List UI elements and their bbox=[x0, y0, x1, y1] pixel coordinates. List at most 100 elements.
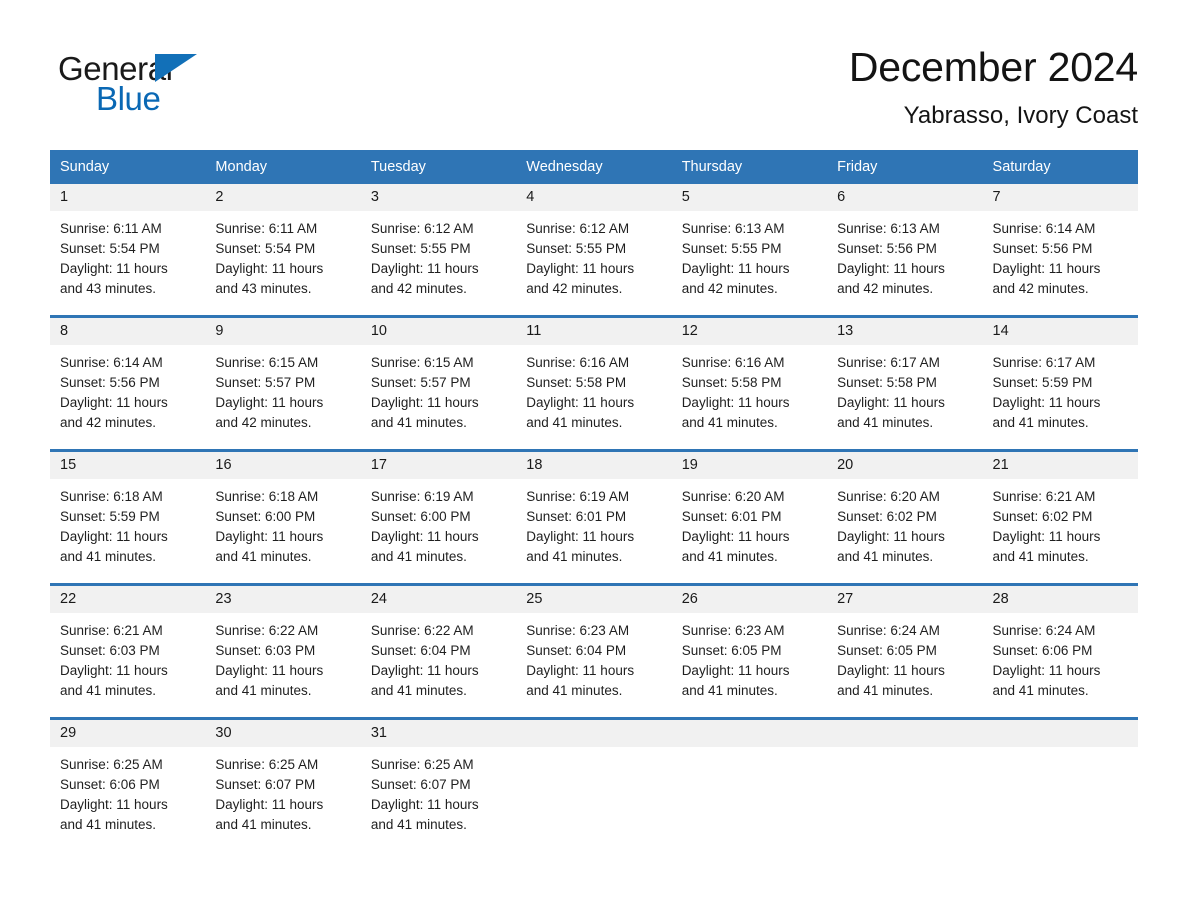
sunrise-text: Sunrise: 6:18 AM bbox=[215, 489, 319, 505]
day-number: 29 bbox=[50, 719, 206, 748]
day-cell[interactable]: 9 Sunrise: 6:15 AM Sunset: 5:57 PM Dayli… bbox=[205, 314, 361, 451]
sunset-text: Sunset: 6:05 PM bbox=[681, 643, 782, 659]
day-number: 24 bbox=[360, 585, 517, 614]
sunrise-text: Sunrise: 6:25 AM bbox=[60, 757, 163, 773]
day-cell[interactable]: 6 Sunrise: 6:13 AM Sunset: 5:56 PM Dayli… bbox=[827, 183, 983, 317]
day-number: 28 bbox=[982, 585, 1138, 614]
day-details: Sunrise: 6:25 AM Sunset: 6:06 PM Dayligh… bbox=[50, 747, 205, 835]
sunrise-text: Sunrise: 6:13 AM bbox=[837, 221, 940, 237]
daylight-text-line1: Daylight: 11 hours bbox=[215, 663, 324, 679]
daylight-text-line2: and 41 minutes. bbox=[215, 683, 312, 699]
day-details: Sunrise: 6:16 AM Sunset: 5:58 PM Dayligh… bbox=[672, 345, 827, 433]
daylight-text-line1: Daylight: 11 hours bbox=[681, 395, 790, 411]
day-number: 5 bbox=[671, 183, 828, 212]
daylight-text-line2: and 41 minutes. bbox=[837, 415, 934, 431]
day-number: 6 bbox=[827, 183, 983, 212]
day-number: 25 bbox=[516, 585, 672, 614]
day-number: 18 bbox=[516, 451, 672, 480]
day-cell[interactable]: 17 Sunrise: 6:19 AM Sunset: 6:00 PM Dayl… bbox=[360, 448, 517, 585]
daylight-text-line1: Daylight: 11 hours bbox=[837, 261, 945, 277]
day-cell[interactable]: 15 Sunrise: 6:18 AM Sunset: 5:59 PM Dayl… bbox=[50, 448, 206, 585]
day-cell[interactable]: 29 Sunrise: 6:25 AM Sunset: 6:06 PM Dayl… bbox=[50, 716, 206, 851]
sunset-text: Sunset: 6:04 PM bbox=[526, 643, 627, 659]
daylight-text-line1: Daylight: 11 hours bbox=[370, 529, 479, 545]
day-cell[interactable]: 12 Sunrise: 6:16 AM Sunset: 5:58 PM Dayl… bbox=[671, 314, 828, 451]
day-cell[interactable]: 1 Sunrise: 6:11 AM Sunset: 5:54 PM Dayli… bbox=[50, 183, 206, 317]
generalblue-logo[interactable]: General Blue bbox=[58, 44, 208, 116]
day-details: Sunrise: 6:17 AM Sunset: 5:58 PM Dayligh… bbox=[827, 345, 982, 433]
day-details: Sunrise: 6:24 AM Sunset: 6:06 PM Dayligh… bbox=[983, 613, 1138, 701]
day-number: 20 bbox=[827, 451, 983, 480]
sunset-text: Sunset: 6:03 PM bbox=[215, 643, 316, 659]
day-cell[interactable]: 13 Sunrise: 6:17 AM Sunset: 5:58 PM Dayl… bbox=[827, 314, 983, 451]
daylight-text-line1: Daylight: 11 hours bbox=[215, 797, 324, 813]
day-cell[interactable]: 28 Sunrise: 6:24 AM Sunset: 6:06 PM Dayl… bbox=[982, 582, 1138, 719]
day-cell[interactable]: 14 Sunrise: 6:17 AM Sunset: 5:59 PM Dayl… bbox=[982, 314, 1138, 451]
day-cell[interactable]: 10 Sunrise: 6:15 AM Sunset: 5:57 PM Dayl… bbox=[360, 314, 517, 451]
day-cell[interactable]: 3 Sunrise: 6:12 AM Sunset: 5:55 PM Dayli… bbox=[360, 183, 517, 317]
day-cell[interactable]: 27 Sunrise: 6:24 AM Sunset: 6:05 PM Dayl… bbox=[827, 582, 983, 719]
daylight-text-line1: Daylight: 11 hours bbox=[837, 529, 945, 545]
day-number: 9 bbox=[205, 317, 361, 346]
day-cell[interactable]: 31 Sunrise: 6:25 AM Sunset: 6:07 PM Dayl… bbox=[360, 716, 517, 851]
sunrise-text: Sunrise: 6:25 AM bbox=[370, 757, 474, 773]
weekday-header-monday: Monday bbox=[205, 149, 361, 184]
day-details: Sunrise: 6:19 AM Sunset: 6:00 PM Dayligh… bbox=[361, 479, 516, 567]
calendar-week-row: 8 Sunrise: 6:14 AM Sunset: 5:56 PM Dayli… bbox=[50, 314, 1138, 451]
sunrise-text: Sunrise: 6:23 AM bbox=[681, 623, 785, 639]
calendar-header-row: Sunday Monday Tuesday Wednesday Thursday… bbox=[50, 149, 1138, 184]
sunset-text: Sunset: 5:57 PM bbox=[215, 375, 316, 391]
day-cell[interactable]: 26 Sunrise: 6:23 AM Sunset: 6:05 PM Dayl… bbox=[671, 582, 828, 719]
page-header: General Blue December 2024 Yabrasso, Ivo… bbox=[0, 0, 1188, 130]
calendar-body: 1 Sunrise: 6:11 AM Sunset: 5:54 PM Dayli… bbox=[50, 183, 1138, 851]
day-cell-empty bbox=[827, 716, 983, 851]
day-cell[interactable]: 8 Sunrise: 6:14 AM Sunset: 5:56 PM Dayli… bbox=[50, 314, 206, 451]
calendar-week-row: 1 Sunrise: 6:11 AM Sunset: 5:54 PM Dayli… bbox=[50, 183, 1138, 317]
daylight-text-line2: and 41 minutes. bbox=[60, 683, 157, 699]
daylight-text-line2: and 41 minutes. bbox=[370, 549, 467, 565]
day-cell[interactable]: 5 Sunrise: 6:13 AM Sunset: 5:55 PM Dayli… bbox=[671, 183, 828, 317]
weekday-header-wednesday: Wednesday bbox=[516, 149, 672, 184]
day-cell-empty bbox=[516, 716, 672, 851]
sunset-text: Sunset: 5:55 PM bbox=[370, 241, 471, 257]
day-details: Sunrise: 6:18 AM Sunset: 6:00 PM Dayligh… bbox=[205, 479, 360, 567]
daylight-text-line1: Daylight: 11 hours bbox=[370, 261, 479, 277]
daylight-text-line1: Daylight: 11 hours bbox=[215, 395, 324, 411]
daylight-text-line1: Daylight: 11 hours bbox=[992, 663, 1101, 679]
day-number: 31 bbox=[360, 719, 517, 748]
day-number: 30 bbox=[205, 719, 361, 748]
day-cell[interactable]: 22 Sunrise: 6:21 AM Sunset: 6:03 PM Dayl… bbox=[50, 582, 206, 719]
sunrise-text: Sunrise: 6:24 AM bbox=[837, 623, 940, 639]
day-details: Sunrise: 6:17 AM Sunset: 5:59 PM Dayligh… bbox=[983, 345, 1138, 433]
day-cell[interactable]: 20 Sunrise: 6:20 AM Sunset: 6:02 PM Dayl… bbox=[827, 448, 983, 585]
weekday-header-saturday: Saturday bbox=[982, 149, 1138, 184]
sunrise-text: Sunrise: 6:17 AM bbox=[992, 355, 1096, 371]
day-cell[interactable]: 21 Sunrise: 6:21 AM Sunset: 6:02 PM Dayl… bbox=[982, 448, 1138, 585]
day-cell[interactable]: 7 Sunrise: 6:14 AM Sunset: 5:56 PM Dayli… bbox=[982, 183, 1138, 317]
day-cell[interactable]: 4 Sunrise: 6:12 AM Sunset: 5:55 PM Dayli… bbox=[516, 183, 672, 317]
day-details: Sunrise: 6:12 AM Sunset: 5:55 PM Dayligh… bbox=[516, 211, 671, 299]
sunset-text: Sunset: 5:56 PM bbox=[992, 241, 1093, 257]
day-cell[interactable]: 19 Sunrise: 6:20 AM Sunset: 6:01 PM Dayl… bbox=[671, 448, 828, 585]
sunrise-text: Sunrise: 6:23 AM bbox=[526, 623, 630, 639]
day-details: Sunrise: 6:16 AM Sunset: 5:58 PM Dayligh… bbox=[516, 345, 671, 433]
day-cell[interactable]: 24 Sunrise: 6:22 AM Sunset: 6:04 PM Dayl… bbox=[360, 582, 517, 719]
daylight-text-line1: Daylight: 11 hours bbox=[526, 261, 635, 277]
daylight-text-line2: and 41 minutes. bbox=[60, 817, 157, 833]
sunrise-text: Sunrise: 6:16 AM bbox=[681, 355, 785, 371]
day-cell[interactable]: 23 Sunrise: 6:22 AM Sunset: 6:03 PM Dayl… bbox=[205, 582, 361, 719]
day-cell[interactable]: 11 Sunrise: 6:16 AM Sunset: 5:58 PM Dayl… bbox=[516, 314, 672, 451]
day-number: 14 bbox=[982, 317, 1138, 346]
day-cell[interactable]: 16 Sunrise: 6:18 AM Sunset: 6:00 PM Dayl… bbox=[205, 448, 361, 585]
sunrise-text: Sunrise: 6:22 AM bbox=[215, 623, 319, 639]
day-details: Sunrise: 6:25 AM Sunset: 6:07 PM Dayligh… bbox=[361, 747, 516, 835]
day-number: 8 bbox=[50, 317, 206, 346]
day-cell[interactable]: 25 Sunrise: 6:23 AM Sunset: 6:04 PM Dayl… bbox=[516, 582, 672, 719]
day-cell[interactable]: 30 Sunrise: 6:25 AM Sunset: 6:07 PM Dayl… bbox=[205, 716, 361, 851]
day-cell[interactable]: 18 Sunrise: 6:19 AM Sunset: 6:01 PM Dayl… bbox=[516, 448, 672, 585]
day-cell[interactable]: 2 Sunrise: 6:11 AM Sunset: 5:54 PM Dayli… bbox=[205, 183, 361, 317]
day-number: 7 bbox=[982, 183, 1138, 212]
day-details bbox=[672, 747, 827, 755]
daylight-text-line1: Daylight: 11 hours bbox=[526, 663, 635, 679]
day-number: 19 bbox=[671, 451, 828, 480]
